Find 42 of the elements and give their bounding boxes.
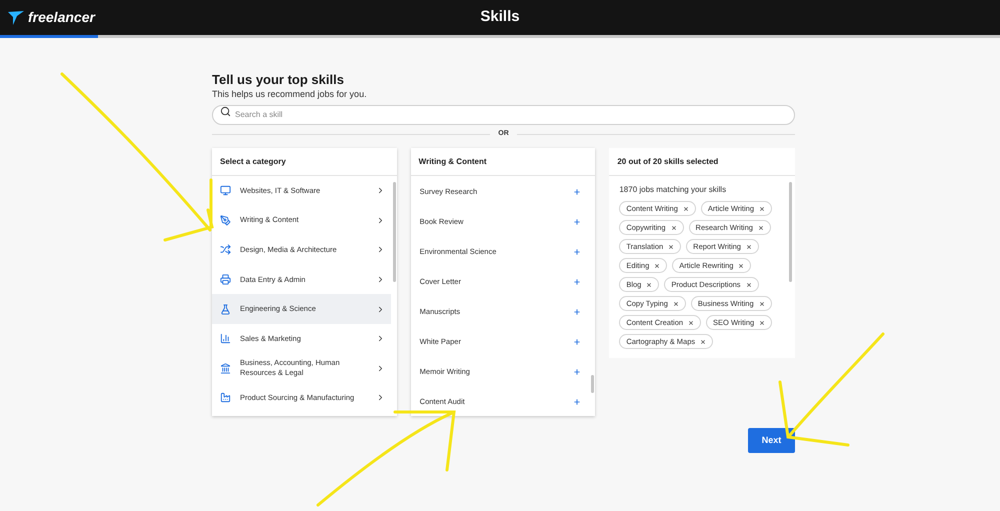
remove-icon[interactable]	[746, 282, 752, 288]
panel-title: 20 out of 20 skills selected	[617, 156, 718, 168]
printer-icon	[220, 274, 231, 286]
intro-subtitle: This helps us recommend jobs for you.	[212, 88, 368, 100]
bar-chart-icon	[220, 333, 231, 344]
pen-icon	[220, 214, 231, 226]
plus-icon	[573, 218, 582, 226]
factory-icon	[220, 392, 231, 404]
remove-icon[interactable]	[759, 320, 766, 326]
flask-icon	[220, 304, 231, 315]
plus-icon	[573, 308, 582, 316]
logo-text: freelancer	[28, 8, 95, 27]
remove-icon[interactable]	[738, 262, 744, 268]
panel-title: Select a category	[220, 156, 286, 168]
remove-icon[interactable]	[646, 282, 652, 288]
remove-icon[interactable]	[746, 244, 752, 250]
bank-icon	[220, 362, 231, 374]
intro-title: Tell us your top skills	[212, 72, 345, 88]
plus-icon	[573, 188, 582, 196]
plus-icon	[573, 368, 582, 376]
plus-icon	[573, 398, 582, 406]
plus-icon	[573, 248, 582, 256]
remove-icon[interactable]	[668, 244, 674, 250]
scrollbar-thumb	[591, 375, 594, 393]
remove-icon[interactable]	[758, 224, 764, 230]
remove-icon[interactable]	[682, 206, 689, 212]
remove-icon[interactable]	[700, 338, 706, 344]
remove-icon[interactable]	[688, 320, 694, 326]
jobs-count: 1870 jobs matching your skills	[619, 184, 728, 196]
remove-icon[interactable]	[670, 224, 677, 230]
plus-icon	[573, 338, 582, 346]
monitor-icon	[220, 185, 231, 196]
search-icon	[220, 106, 231, 117]
panel-title: Writing & Content	[418, 156, 487, 168]
remove-icon[interactable]	[654, 262, 660, 268]
search-field[interactable]: Search a skill	[212, 104, 795, 124]
page-title: Skills	[480, 7, 520, 28]
plus-icon	[573, 278, 582, 286]
remove-icon[interactable]	[672, 300, 679, 306]
remove-icon[interactable]	[759, 206, 766, 212]
remove-icon[interactable]	[758, 300, 765, 306]
next-button[interactable]: Next	[748, 428, 795, 453]
